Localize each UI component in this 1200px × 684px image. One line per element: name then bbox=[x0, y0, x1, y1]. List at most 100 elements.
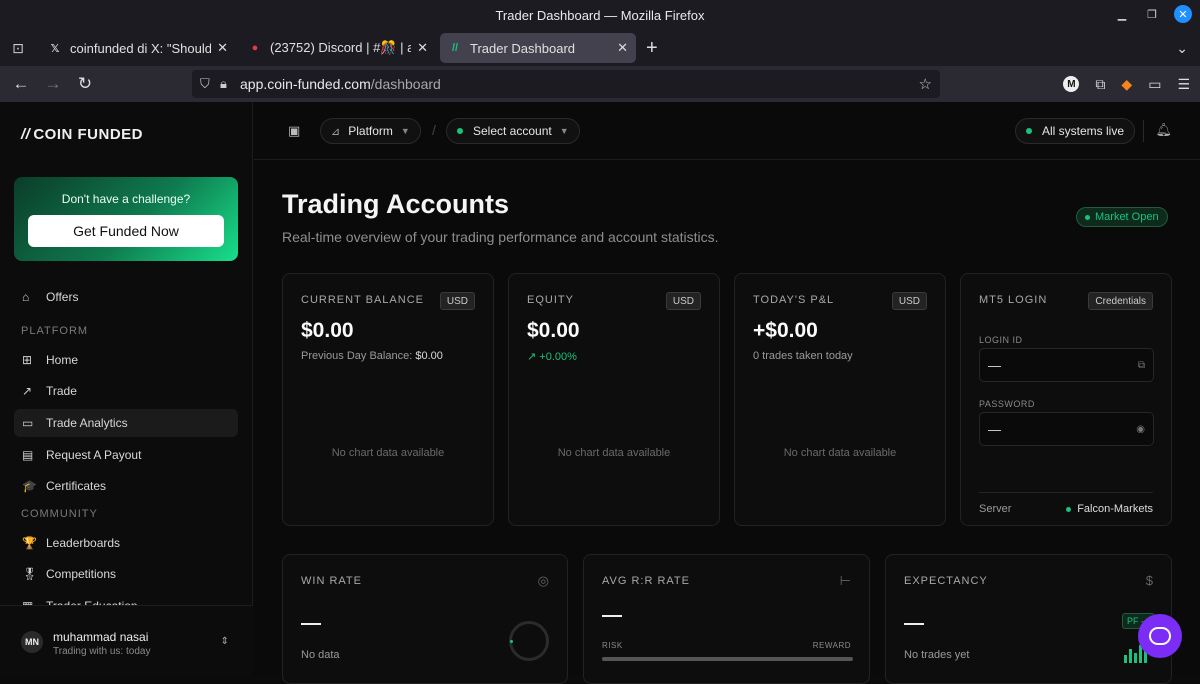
credentials-button[interactable]: Credentials bbox=[1088, 292, 1153, 310]
platform-label: Platform bbox=[348, 124, 393, 138]
bell-icon[interactable]: 🔔︎ bbox=[1155, 122, 1172, 138]
login-id-label: LOGIN ID bbox=[979, 335, 1023, 345]
tab-trader-dashboard[interactable]: // Trader Dashboard ✕ bbox=[440, 33, 636, 63]
chevron-updown-icon[interactable]: ⇕ bbox=[221, 636, 229, 647]
discord-favicon-icon: ● bbox=[251, 42, 259, 54]
tab-x[interactable]: 𝕏 coinfunded di X: "Should we ✕ bbox=[40, 33, 236, 63]
sidebar-item-request-payout[interactable]: ▤ Request A Payout bbox=[14, 441, 238, 469]
tab-title: coinfunded di X: "Should we bbox=[70, 40, 212, 56]
login-id-field[interactable]: — ⧉ bbox=[979, 348, 1154, 382]
user-name: muhammad nasai bbox=[53, 630, 149, 644]
lock-icon[interactable]: 🔒︎ bbox=[220, 76, 240, 92]
select-account-dropdown[interactable]: Select account ▼ bbox=[446, 118, 580, 144]
payout-icon: ▤ bbox=[22, 448, 34, 462]
sidebar-item-label: Competitions bbox=[46, 567, 117, 581]
win-rate-value bbox=[301, 623, 321, 625]
bookmark-star-icon[interactable]: ☆ bbox=[919, 75, 932, 93]
extensions-puzzle-icon[interactable]: ⧉ bbox=[1095, 76, 1105, 93]
rr-value bbox=[602, 615, 622, 617]
previous-balance: Previous Day Balance: $0.00 bbox=[301, 350, 443, 362]
url-bar[interactable]: ⛉ 🔒︎ app.coin-funded.com/dashboard ☆ bbox=[192, 70, 940, 98]
close-window-icon[interactable]: ✕ bbox=[1174, 5, 1192, 23]
eye-icon[interactable]: ◉ bbox=[1136, 424, 1145, 435]
sidebar-item-label: Leaderboards bbox=[46, 536, 121, 550]
sidebar-item-label: Offers bbox=[46, 290, 79, 304]
card-label: EQUITY bbox=[527, 294, 574, 306]
chart-icon: ⊿ bbox=[331, 125, 341, 138]
logo[interactable]: //COIN FUNDED bbox=[21, 126, 143, 143]
server-label: Server bbox=[979, 503, 1012, 515]
sidebar-item-offers[interactable]: ⌂ Offers bbox=[14, 283, 238, 311]
forward-icon[interactable]: → bbox=[37, 74, 69, 94]
window-titlebar: Trader Dashboard — Mozilla Firefox ▁ ❐ ✕ bbox=[0, 0, 1200, 30]
reward-label: REWARD bbox=[812, 641, 851, 650]
market-status-label: Market Open bbox=[1095, 211, 1159, 223]
page-subtitle: Real-time overview of your trading perfo… bbox=[282, 229, 719, 245]
currency-badge: USD bbox=[891, 292, 927, 310]
sidebar-item-trade[interactable]: ↗ Trade bbox=[14, 377, 238, 405]
sidebar-item-label: Request A Payout bbox=[46, 448, 142, 462]
mini-bar bbox=[1124, 655, 1127, 663]
platform-dropdown[interactable]: ⊿ Platform ▼ bbox=[320, 118, 421, 144]
win-rate-ring bbox=[509, 621, 549, 661]
sidebar-item-leaderboards[interactable]: 🏆 Leaderboards bbox=[14, 529, 238, 557]
risk-reward-bar bbox=[602, 657, 853, 661]
award-icon: 🎖 bbox=[22, 567, 38, 581]
sidebar-toggle-icon[interactable]: ▣ bbox=[288, 123, 300, 139]
breadcrumb-separator: / bbox=[432, 122, 436, 138]
topbar: ▣ ⊿ Platform ▼ / Select account ▼ All sy… bbox=[254, 102, 1200, 160]
system-status-label: All systems live bbox=[1042, 124, 1125, 138]
status-dot bbox=[1085, 214, 1090, 220]
mt5-login-card: MT5 LOGIN Credentials LOGIN ID — ⧉ PASSW… bbox=[960, 273, 1172, 526]
card-label: EXPECTANCY bbox=[904, 575, 988, 587]
pnl-value: +$0.00 bbox=[753, 319, 818, 342]
system-status-badge[interactable]: All systems live bbox=[1015, 118, 1136, 144]
sidebar-item-trade-analytics[interactable]: ▭ Trade Analytics bbox=[14, 409, 238, 437]
chevron-down-icon[interactable]: ⌄ bbox=[1176, 40, 1188, 57]
maximize-icon[interactable]: ❐ bbox=[1144, 8, 1160, 21]
balance-value: $0.00 bbox=[301, 319, 354, 342]
close-tab-icon[interactable]: ✕ bbox=[217, 40, 228, 56]
copy-icon[interactable]: ⧉ bbox=[1138, 360, 1145, 371]
chat-support-button[interactable] bbox=[1138, 614, 1182, 658]
minimize-icon[interactable]: ▁ bbox=[1114, 8, 1130, 21]
sidebar-item-competitions[interactable]: 🎖 Competitions bbox=[14, 560, 238, 588]
user-menu[interactable]: MN muhammad nasai Trading with us: today… bbox=[0, 605, 253, 675]
nav-bar: ← → ↻ ⛉ 🔒︎ app.coin-funded.com/dashboard… bbox=[0, 66, 1200, 102]
status-dot bbox=[1026, 128, 1032, 134]
card-label: WIN RATE bbox=[301, 575, 362, 587]
page-title: Trading Accounts bbox=[282, 189, 510, 219]
back-icon[interactable]: ← bbox=[5, 74, 37, 94]
extension-m-icon[interactable]: M bbox=[1063, 76, 1080, 92]
sidebar-item-certificates[interactable]: 🎓 Certificates bbox=[14, 472, 238, 500]
get-funded-button[interactable]: Get Funded Now bbox=[28, 215, 224, 247]
tab-discord[interactable]: ● (23752) Discord | #🎊 | activ ✕ bbox=[240, 33, 436, 63]
logo-slash: // bbox=[21, 126, 31, 143]
close-tab-icon[interactable]: ✕ bbox=[617, 40, 628, 56]
status-dot bbox=[1066, 506, 1072, 512]
equity-value: $0.00 bbox=[527, 319, 580, 342]
win-rate-card: WIN RATE ◎ No data bbox=[282, 554, 568, 684]
logo-text: COIN FUNDED bbox=[33, 126, 144, 143]
currency-badge: USD bbox=[665, 292, 701, 310]
reload-icon[interactable]: ↻ bbox=[69, 74, 101, 94]
coinfunded-favicon-icon: // bbox=[451, 42, 459, 54]
sidebar-item-home[interactable]: ⊞ Home bbox=[14, 346, 238, 374]
password-field[interactable]: — ◉ bbox=[979, 412, 1154, 446]
metamask-fox-icon[interactable]: ◆ bbox=[1121, 76, 1132, 93]
tab-list-icon[interactable]: ⊡ bbox=[0, 40, 36, 57]
close-tab-icon[interactable]: ✕ bbox=[417, 40, 428, 56]
divider bbox=[1143, 120, 1144, 142]
current-balance-card: CURRENT BALANCE USD $0.00 Previous Day B… bbox=[282, 273, 494, 526]
chevron-down-icon: ▼ bbox=[559, 126, 569, 136]
sidebar-toggle-icon[interactable]: ▭ bbox=[1148, 76, 1161, 93]
menu-hamburger-icon[interactable]: ☰ bbox=[1177, 76, 1190, 93]
new-tab-icon[interactable]: + bbox=[646, 37, 658, 60]
shield-icon[interactable]: ⛉ bbox=[200, 76, 220, 92]
server-value: Falcon-Markets bbox=[1077, 503, 1153, 515]
promo-text: Don't have a challenge? bbox=[61, 192, 191, 206]
dollar-icon: $ bbox=[1145, 573, 1153, 588]
user-subtext: Trading with us: today bbox=[53, 646, 151, 657]
account-label: Select account bbox=[473, 124, 552, 138]
url-path: /dashboard bbox=[370, 76, 441, 92]
